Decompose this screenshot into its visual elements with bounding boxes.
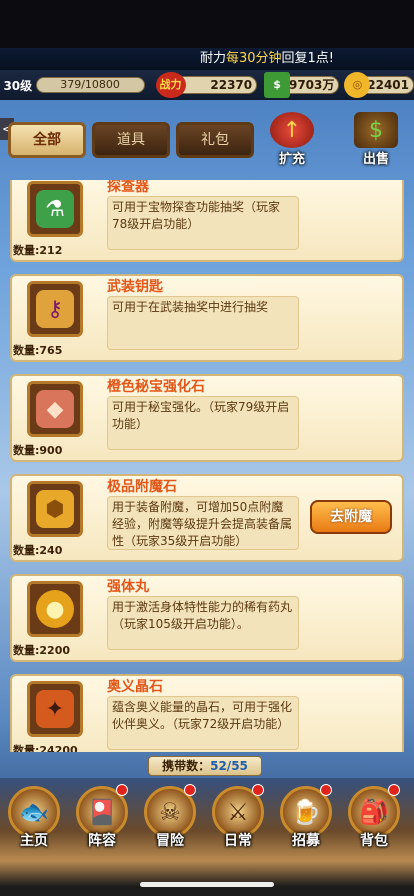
list-item[interactable]: ⬢ 数量:240 极品附魔石 用于装备附魔，可增加50点附魔经验，附魔等级提升会… — [10, 474, 404, 562]
nav-lineup[interactable]: 🎴 阵容 — [72, 784, 132, 866]
power-icon: 战力 — [155, 72, 186, 98]
nav-daily[interactable]: ⚔ 日常 — [208, 784, 268, 866]
nav-label: 背包 — [360, 833, 388, 849]
stamina-notice: 耐力每30分钟回复1点! — [0, 48, 414, 70]
gold-pill: ◎ 522401 — [344, 72, 414, 98]
item-name: 极品附魔石 — [107, 479, 177, 495]
item-list[interactable]: ⚗ 数量:212 探查器 可用于宝物探查功能抽奖（玩家78级开启功能） ⚷ 数量… — [0, 180, 414, 752]
item-icon-frame: ✦ — [27, 681, 83, 737]
notification-badge — [320, 784, 332, 796]
capacity-value: 52/55 — [210, 759, 248, 773]
item-icon-frame: ◆ — [27, 381, 83, 437]
item-description: 用于激活身体特性能力的稀有药丸（玩家105级开启功能）。 — [107, 596, 299, 650]
sell-label: 出售 — [362, 152, 389, 167]
nav-label: 主页 — [20, 833, 48, 849]
player-level: 30级 — [3, 78, 33, 93]
list-item[interactable]: ⚗ 数量:212 探查器 可用于宝物探查功能抽奖（玩家78级开启功能） — [10, 180, 404, 262]
list-item[interactable]: ✦ 数量:24200 奥义晶石 蕴含奥义能量的晶石，可用于强化伙伴奥义。（玩家7… — [10, 674, 404, 752]
item-icon-frame: ● — [27, 581, 83, 637]
item-name: 武装钥匙 — [107, 279, 163, 295]
item-description: 可用于秘宝强化。（玩家79级开启功能） — [107, 396, 299, 450]
notification-badge — [388, 784, 400, 796]
notice-prefix: 耐力 — [199, 51, 226, 66]
tab-all[interactable]: 全部 — [8, 122, 86, 158]
expand-button[interactable]: ↑ 扩充 — [262, 112, 322, 170]
resource-bar: 30级 379/10800 战力 22370 $ 9703万 ◎ 522401 — [0, 70, 414, 100]
xp-bar: 379/10800 — [35, 77, 145, 93]
stone-icon: ◆ — [36, 390, 74, 428]
nav-label: 冒险 — [156, 833, 184, 849]
item-icon-frame: ⚗ — [27, 181, 83, 237]
item-quantity: 数量:765 — [13, 344, 63, 357]
item-quantity: 数量:240 — [13, 544, 63, 557]
money-chest-icon: $ — [354, 112, 398, 148]
bottom-nav: 🐟 主页 🎴 阵容 ☠ 冒险 ⚔ 日常 🍺 招募 🎒 背包 — [0, 778, 414, 896]
home-indicator[interactable] — [140, 882, 274, 887]
key-icon: ⚷ — [36, 290, 74, 328]
power-value: 22370 — [210, 78, 253, 92]
expand-label: 扩充 — [278, 152, 305, 167]
item-quantity: 数量:24200 — [13, 744, 78, 752]
nav-home[interactable]: 🐟 主页 — [4, 786, 64, 866]
status-bar — [0, 0, 414, 48]
item-name: 奥义晶石 — [107, 679, 163, 695]
cash-pill: $ 9703万 — [264, 72, 340, 98]
sell-button[interactable]: $ 出售 — [346, 112, 406, 170]
enchant-stone-icon: ⬢ — [36, 490, 74, 528]
notice-suffix: 回复1点! — [281, 51, 334, 66]
item-description: 可用于宝物探查功能抽奖（玩家78级开启功能） — [107, 196, 299, 250]
item-description: 可用于在武装抽奖中进行抽奖 — [107, 296, 299, 350]
item-icon-frame: ⬢ — [27, 481, 83, 537]
enchant-button[interactable]: 去附魔 — [310, 500, 392, 534]
bag-tabs: 全部 道具 礼包 ↑ 扩充 $ 出售 — [0, 112, 414, 172]
item-quantity: 数量:900 — [13, 444, 63, 457]
power-pill: 战力 22370 — [155, 72, 258, 98]
item-name: 强体丸 — [107, 579, 149, 595]
capacity-label: 携带数： — [162, 759, 211, 773]
nav-label: 招募 — [292, 833, 320, 849]
cash-value: 9703万 — [288, 78, 335, 92]
nav-recruit[interactable]: 🍺 招募 — [276, 784, 336, 866]
list-item[interactable]: ● 数量:2200 强体丸 用于激活身体特性能力的稀有药丸（玩家105级开启功能… — [10, 574, 404, 662]
scanner-icon: ⚗ — [36, 190, 74, 228]
notice-highlight: 每30分钟 — [225, 51, 282, 66]
carry-capacity: 携带数：52/55 — [148, 756, 262, 776]
list-item[interactable]: ◆ 数量:900 橙色秘宝强化石 可用于秘宝强化。（玩家79级开启功能） — [10, 374, 404, 462]
tab-gifts[interactable]: 礼包 — [176, 122, 254, 158]
item-quantity: 数量:212 — [13, 244, 63, 257]
list-item[interactable]: ⚷ 数量:765 武装钥匙 可用于在武装抽奖中进行抽奖 — [10, 274, 404, 362]
notification-badge — [252, 784, 264, 796]
gold-coin-icon: ◎ — [344, 72, 371, 98]
item-name: 探查器 — [107, 180, 149, 195]
pill-icon: ● — [36, 590, 74, 628]
nav-label: 日常 — [224, 833, 252, 849]
item-name: 橙色秘宝强化石 — [107, 379, 205, 395]
cash-icon: $ — [264, 72, 291, 98]
crystal-icon: ✦ — [36, 690, 74, 728]
nav-bag[interactable]: 🎒 背包 — [344, 784, 404, 866]
item-description: 用于装备附魔，可增加50点附魔经验，附魔等级提升会提高装备属性（玩家35级开启功… — [107, 496, 299, 550]
nav-label: 阵容 — [88, 833, 116, 849]
notification-badge — [184, 784, 196, 796]
notification-badge — [116, 784, 128, 796]
nav-adventure[interactable]: ☠ 冒险 — [140, 784, 200, 866]
expand-bag-icon: ↑ — [270, 112, 314, 148]
item-icon-frame: ⚷ — [27, 281, 83, 337]
item-description: 蕴含奥义能量的晶石，可用于强化伙伴奥义。（玩家72级开启功能） — [107, 696, 299, 750]
tab-items[interactable]: 道具 — [92, 122, 170, 158]
item-quantity: 数量:2200 — [13, 644, 71, 657]
